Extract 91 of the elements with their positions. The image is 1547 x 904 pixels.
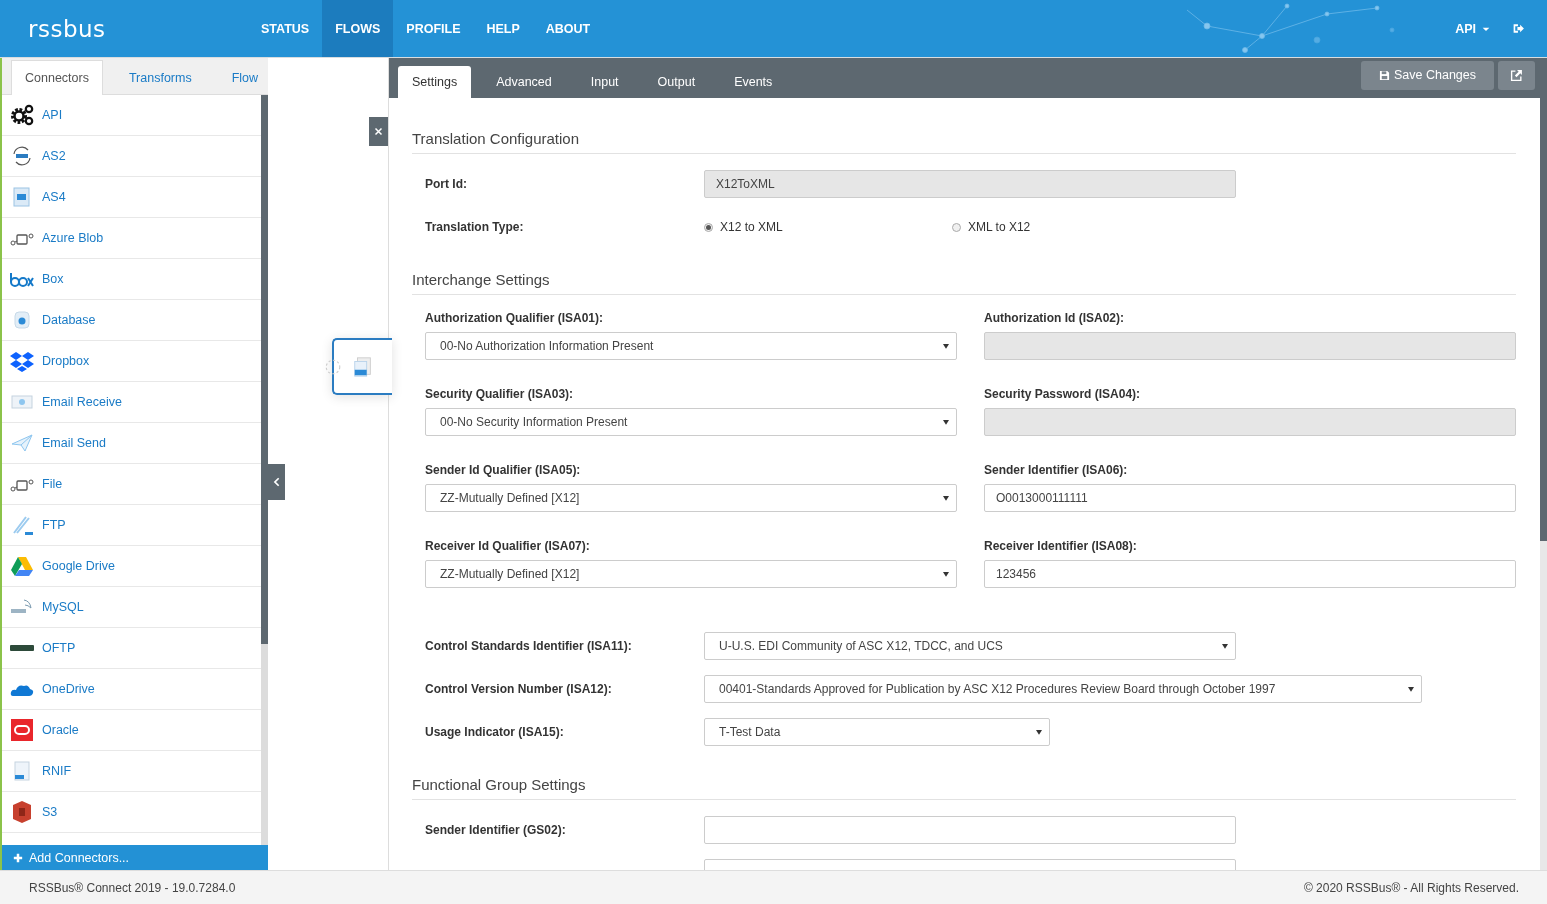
caret-icon bbox=[1221, 642, 1229, 650]
caret-icon bbox=[942, 418, 950, 426]
field-label: Control Standards Identifier (ISA11): bbox=[425, 639, 633, 653]
dropdown[interactable]: 00-No Security Information Present bbox=[425, 408, 957, 436]
field-label: Receiver Id Qualifier (ISA07): bbox=[425, 539, 591, 553]
connector-item[interactable]: API bbox=[2, 95, 261, 136]
connector-item[interactable]: Database bbox=[2, 300, 261, 341]
sidebar-tab[interactable]: Transforms bbox=[114, 60, 206, 94]
dropdown[interactable]: T-Test Data bbox=[704, 718, 1050, 746]
field-label: Translation Type: bbox=[425, 220, 525, 234]
field-label: Sender Identifier (GS02): bbox=[425, 823, 567, 837]
dropdown[interactable]: 00401-Standards Approved for Publication by ASC X12 Procedures Review Board through October 1997 bbox=[704, 675, 1422, 703]
field-label: Control Version Number (ISA12): bbox=[425, 682, 613, 696]
section-heading: Translation Configuration bbox=[412, 130, 1516, 154]
scrollbar[interactable] bbox=[1540, 98, 1547, 870]
cube-icon bbox=[10, 800, 34, 824]
field-label: Security Qualifier (ISA03): bbox=[425, 387, 575, 401]
caret-icon bbox=[942, 570, 950, 578]
nav-item[interactable]: STATUS bbox=[248, 0, 323, 57]
connector-item[interactable]: Email Receive bbox=[2, 382, 261, 423]
tab[interactable]: Output bbox=[643, 66, 710, 98]
port-icon bbox=[324, 358, 342, 376]
plus-icon bbox=[13, 852, 23, 863]
save-icon bbox=[1379, 69, 1390, 81]
field-label: Port Id: bbox=[425, 177, 468, 191]
connector-item[interactable]: Dropbox bbox=[2, 341, 261, 382]
radio-button[interactable] bbox=[704, 222, 713, 232]
logout-icon[interactable] bbox=[1512, 22, 1525, 35]
section-heading: Interchange Settings bbox=[412, 271, 1516, 295]
connector-item[interactable]: AS4 bbox=[2, 177, 261, 218]
connector-item[interactable]: Google Drive bbox=[2, 546, 261, 587]
dropdown[interactable]: U-U.S. EDI Community of ASC X12, TDCC, and UCS bbox=[704, 632, 1236, 660]
external-link-button[interactable] bbox=[1498, 60, 1535, 90]
caret-icon bbox=[1035, 728, 1043, 736]
input-field[interactable]: O0013000111111 bbox=[984, 484, 1516, 512]
add-connectors-button[interactable]: Add Connectors... bbox=[2, 845, 268, 870]
field-label: Authorization Id (ISA02): bbox=[984, 311, 1125, 325]
connector-item[interactable]: OFTP bbox=[2, 628, 261, 669]
tab[interactable]: Input bbox=[576, 66, 633, 98]
close-button[interactable] bbox=[369, 117, 388, 146]
collapse-button[interactable] bbox=[268, 464, 285, 500]
dropdown[interactable]: ZZ-Mutually Defined [X12] bbox=[425, 560, 957, 588]
sync-icon bbox=[10, 144, 34, 168]
connector-item[interactable]: OneDrive bbox=[2, 669, 261, 710]
logo[interactable]: rssbus bbox=[28, 15, 248, 42]
caret-icon bbox=[942, 342, 950, 350]
chevron-left-icon bbox=[271, 476, 282, 488]
radio-button[interactable] bbox=[952, 222, 961, 232]
gears-icon bbox=[10, 103, 34, 127]
connector-item[interactable]: S3 bbox=[2, 792, 261, 833]
dropdown[interactable]: 00-No Authorization Information Present bbox=[425, 332, 957, 360]
triangle-icon bbox=[10, 554, 34, 578]
sidebar-tab[interactable]: Flow bbox=[217, 60, 273, 94]
tab[interactable]: Events bbox=[720, 66, 787, 98]
copyright-text: © 2020 RSSBus® - All Rights Reserved. bbox=[1303, 880, 1519, 895]
field-label: Authorization Qualifier (ISA01): bbox=[425, 311, 604, 325]
nav-item[interactable]: ABOUT bbox=[532, 0, 604, 57]
diamonds-icon bbox=[10, 349, 34, 373]
caret-icon bbox=[942, 494, 950, 502]
connector-item[interactable]: Box bbox=[2, 259, 261, 300]
connector-item[interactable]: Email Send bbox=[2, 423, 261, 464]
nav-item[interactable]: PROFILE bbox=[393, 0, 474, 57]
tab[interactable]: Advanced bbox=[482, 66, 566, 98]
close-icon bbox=[374, 127, 383, 136]
field-label: Receiver Identifier (ISA08): bbox=[984, 539, 1138, 553]
user-menu[interactable]: API bbox=[1455, 0, 1490, 57]
scrollbar[interactable] bbox=[261, 95, 268, 845]
radio-label[interactable]: XML to X12 bbox=[968, 220, 1031, 234]
version-text: RSSBus® Connect 2019 - 19.0.7284.0 bbox=[29, 880, 236, 895]
document-icon bbox=[352, 355, 374, 378]
nav-item[interactable]: HELP bbox=[473, 0, 533, 57]
save-changes-button[interactable]: Save Changes bbox=[1361, 60, 1494, 90]
sidebar-tab[interactable]: Connectors bbox=[11, 60, 103, 95]
field-label: Security Password (ISA04): bbox=[984, 387, 1142, 401]
capsule-icon bbox=[10, 718, 34, 742]
external-link-icon bbox=[1510, 68, 1523, 82]
input-field[interactable]: 123456 bbox=[984, 560, 1516, 588]
input-field[interactable] bbox=[704, 816, 1236, 844]
nav-item[interactable]: FLOWS bbox=[322, 0, 394, 57]
radio-label[interactable]: X12 to XML bbox=[720, 220, 783, 234]
field-label: Usage Indicator (ISA15): bbox=[425, 725, 565, 739]
flow-node[interactable] bbox=[332, 338, 392, 395]
dropdown[interactable]: ZZ-Mutually Defined [X12] bbox=[425, 484, 957, 512]
section-heading: Functional Group Settings bbox=[412, 776, 1516, 800]
field-label: Sender Identifier (ISA06): bbox=[984, 463, 1129, 477]
badge-icon bbox=[10, 645, 34, 651]
connector-item[interactable]: Oracle bbox=[2, 710, 261, 751]
tab[interactable]: Settings bbox=[398, 66, 472, 98]
caret-icon bbox=[1407, 685, 1415, 693]
connector-item[interactable]: RNIF bbox=[2, 751, 261, 792]
field-label: Sender Id Qualifier (ISA05): bbox=[425, 463, 582, 477]
